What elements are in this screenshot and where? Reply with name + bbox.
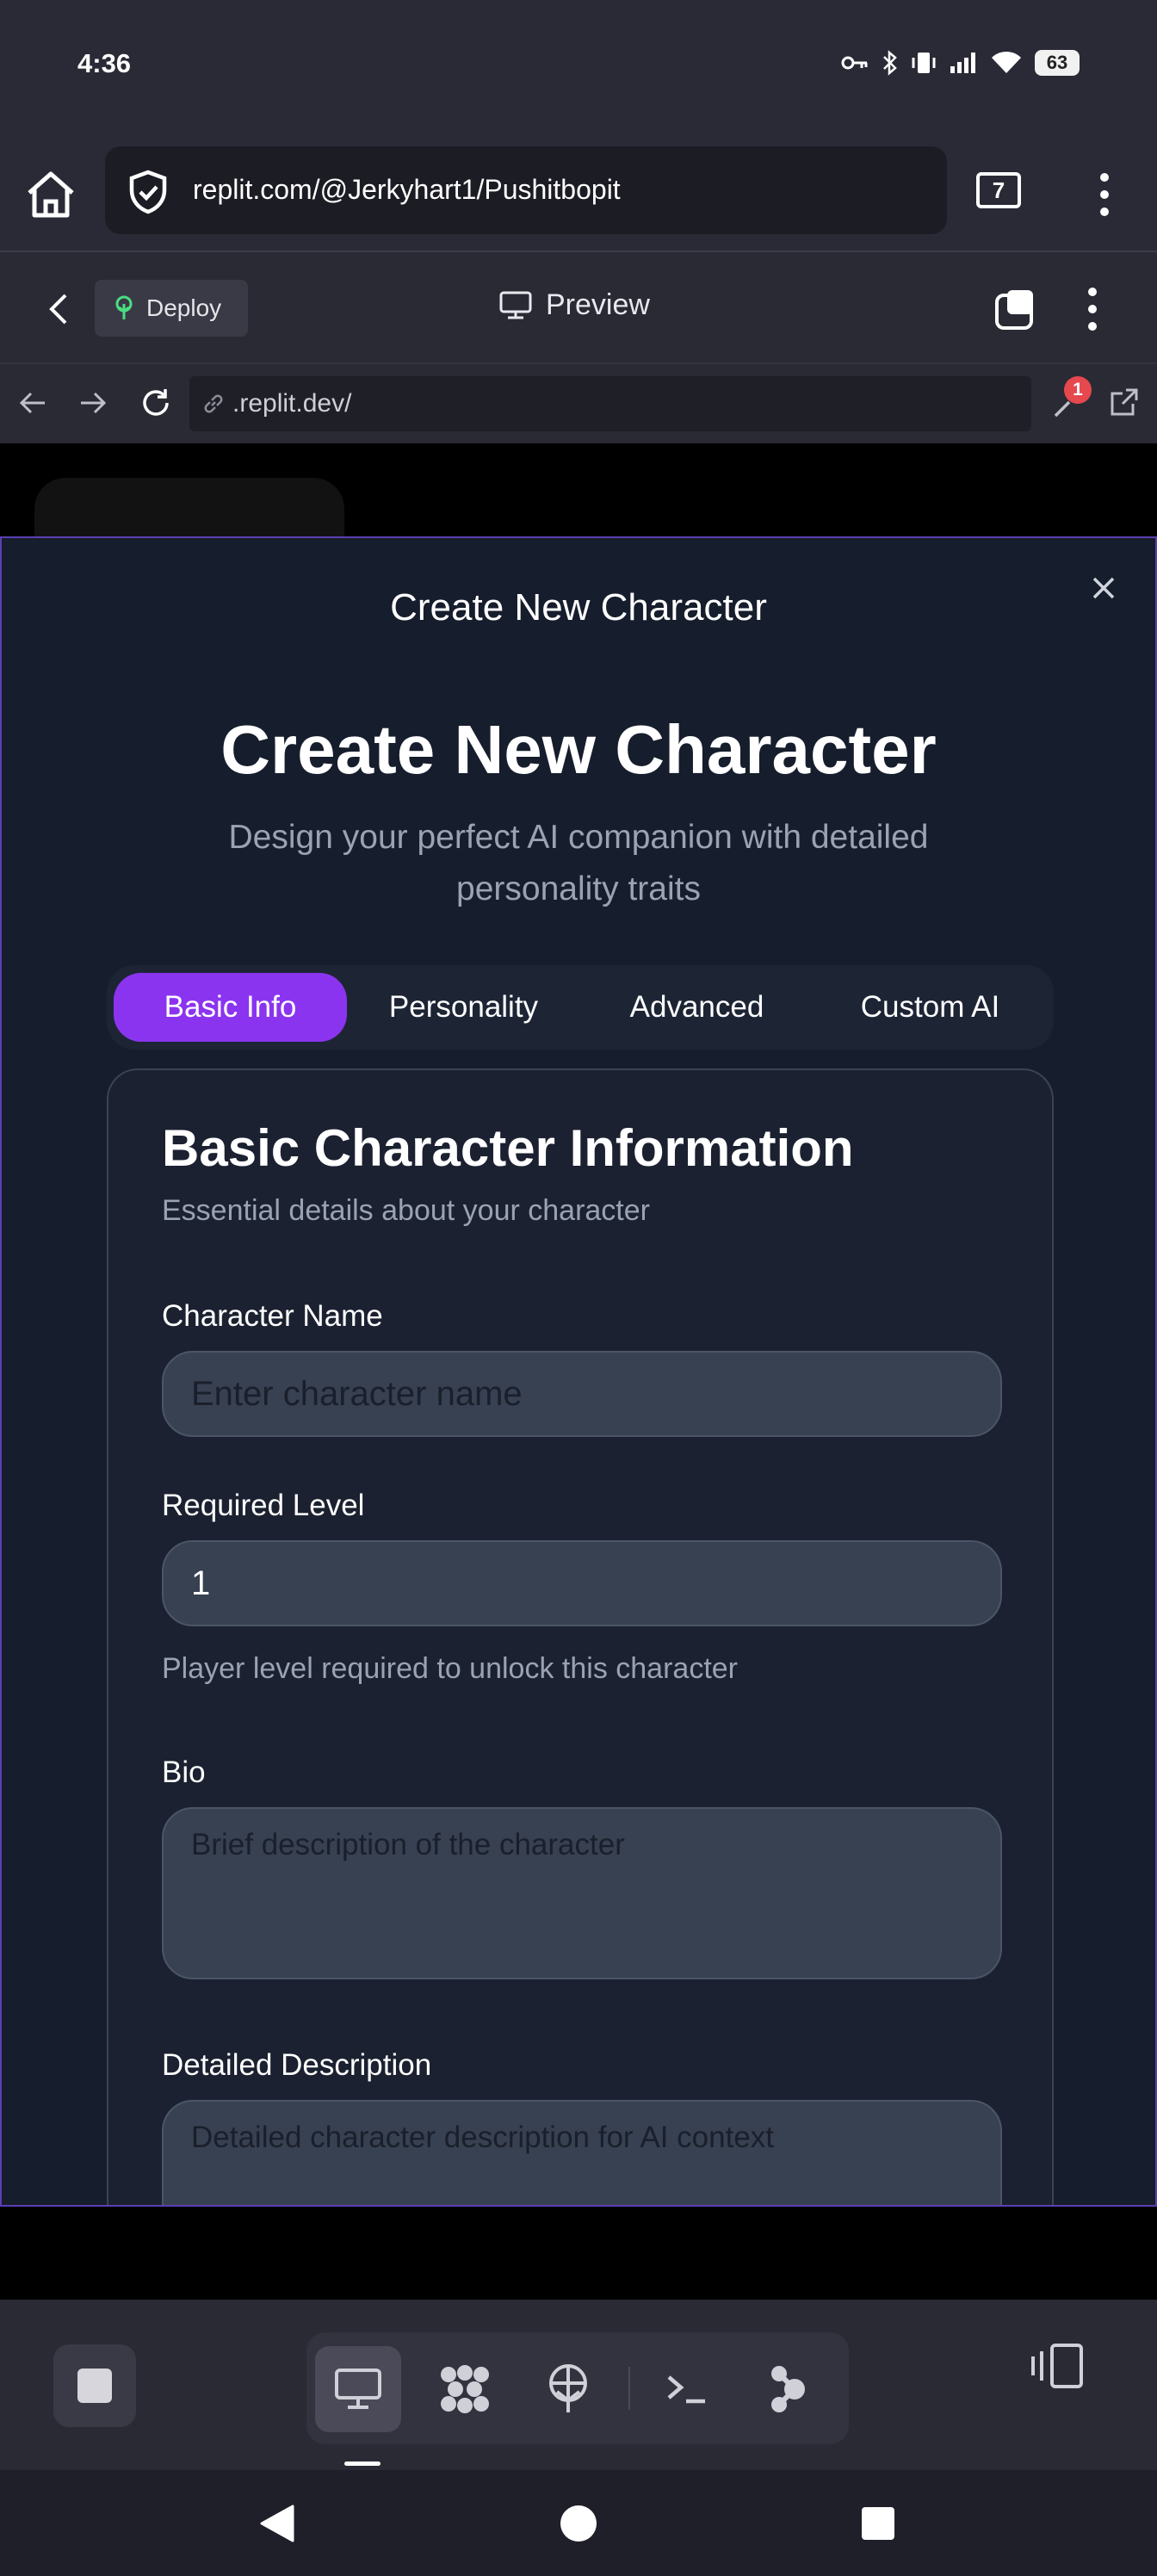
status-time: 4:36 [77, 48, 132, 78]
android-navigation-bar [0, 2470, 1157, 2576]
tab-personality[interactable]: Personality [347, 973, 580, 1042]
character-tabs: Basic Info Personality Advanced Custom A… [107, 965, 1054, 1050]
stop-button[interactable] [53, 2344, 136, 2427]
vibrate-icon [912, 53, 936, 73]
shell-tool-button[interactable] [644, 2346, 730, 2432]
address-bar[interactable]: replit.com/@Jerkyhart1/Pushitbopit [105, 146, 947, 234]
tab-switcher-button[interactable]: 7 [976, 172, 1021, 208]
tab-basic-info[interactable]: Basic Info [114, 973, 347, 1042]
status-bar: 4:36 63 [0, 0, 1157, 129]
chevron-left-icon [49, 294, 67, 325]
reload-icon[interactable] [139, 387, 172, 419]
agent-tool-button[interactable] [746, 2346, 832, 2432]
modal-close-button[interactable] [1092, 576, 1116, 604]
deploy-button[interactable]: Deploy [95, 280, 248, 337]
back-button[interactable] [48, 292, 69, 331]
create-character-modal: Create New Character Create New Characte… [0, 536, 1157, 2207]
link-icon [204, 394, 223, 413]
active-tool-indicator [344, 2461, 381, 2466]
shield-check-icon [129, 170, 167, 214]
tab-advanced[interactable]: Advanced [580, 973, 814, 1042]
tool-separator [628, 2367, 630, 2410]
required-level-label: Required Level [162, 1489, 365, 1522]
tool-switcher [306, 2332, 849, 2444]
webview-url-text: .replit.dev/ [232, 389, 352, 418]
agent-icon [771, 2366, 805, 2412]
arrow-left-icon[interactable] [19, 390, 46, 416]
header-menu-button[interactable] [1086, 287, 1098, 331]
preview-label: Preview [546, 288, 650, 321]
replit-bottom-toolbar [0, 2300, 1157, 2470]
webview-navigation-bar: .replit.dev/ 1 [0, 364, 1157, 443]
panel-toggle-icon [1031, 2344, 1083, 2388]
nav-recents-icon[interactable] [861, 2506, 895, 2541]
character-name-input[interactable] [162, 1351, 1002, 1437]
bluetooth-icon [883, 50, 897, 76]
preview-tool-button[interactable] [315, 2346, 401, 2432]
tabs-overview-button[interactable] [993, 288, 1036, 336]
status-icons: 63 [840, 50, 1080, 76]
replit-header: Deploy Preview [0, 252, 1157, 364]
detailed-description-textarea[interactable] [162, 2100, 1002, 2205]
tab-custom-ai[interactable]: Custom AI [814, 973, 1047, 1042]
modal-title: Create New Character [390, 586, 767, 629]
webview-content: ← Back to Game Create New Character Crea… [0, 443, 1157, 2300]
deploy-label: Deploy [146, 294, 222, 321]
page-subtitle: Design your perfect AI companion with de… [228, 819, 929, 907]
card-subtitle: Essential details about your character [162, 1194, 650, 1227]
home-icon [28, 171, 74, 218]
preview-tab-title: Preview [499, 288, 650, 322]
basic-info-card: Basic Character Information Essential de… [107, 1068, 1054, 2205]
required-level-input[interactable] [162, 1540, 1002, 1626]
bio-label: Bio [162, 1756, 206, 1789]
bio-textarea[interactable] [162, 1807, 1002, 1979]
arrow-right-icon[interactable] [79, 390, 107, 416]
vpn-key-icon [841, 56, 868, 70]
url-text: replit.com/@Jerkyhart1/Pushitbopit [193, 174, 621, 205]
signal-icon [950, 53, 975, 73]
close-icon [1092, 577, 1115, 599]
more-vert-icon [1088, 288, 1097, 331]
deploy-icon [115, 295, 133, 319]
toggle-panel-button[interactable] [1030, 2343, 1085, 2393]
character-name-label: Character Name [162, 1299, 383, 1333]
page-title: Create New Character [220, 711, 937, 788]
terminal-icon [667, 2375, 705, 2404]
notification-badge: 1 [1064, 376, 1092, 404]
required-level-help: Player level required to unlock this cha… [162, 1652, 738, 1685]
battery-icon: 63 [1035, 50, 1080, 76]
monitor-icon [335, 2369, 381, 2409]
nav-home-icon[interactable] [560, 2505, 597, 2542]
wifi-icon [992, 51, 1021, 73]
monitor-icon [499, 291, 532, 319]
browser-menu-button[interactable] [1092, 169, 1117, 220]
stop-icon [77, 2369, 112, 2403]
home-button[interactable] [24, 169, 81, 220]
external-link-icon[interactable] [1109, 387, 1140, 418]
detailed-description-label: Detailed Description [162, 2048, 432, 2082]
replit-logo-icon [441, 2365, 489, 2413]
browser-toolbar: replit.com/@Jerkyhart1/Pushitbopit 7 [0, 129, 1157, 252]
window-stack-icon [995, 290, 1033, 330]
workspace-tool-button[interactable] [422, 2346, 508, 2432]
deploy-tool-button[interactable] [525, 2346, 611, 2432]
deploy-icon [549, 2364, 587, 2412]
card-title: Basic Character Information [162, 1119, 854, 1177]
webview-url-field[interactable]: .replit.dev/ [189, 376, 1031, 431]
nav-back-icon[interactable] [258, 2503, 296, 2544]
more-vert-icon [1100, 173, 1109, 216]
